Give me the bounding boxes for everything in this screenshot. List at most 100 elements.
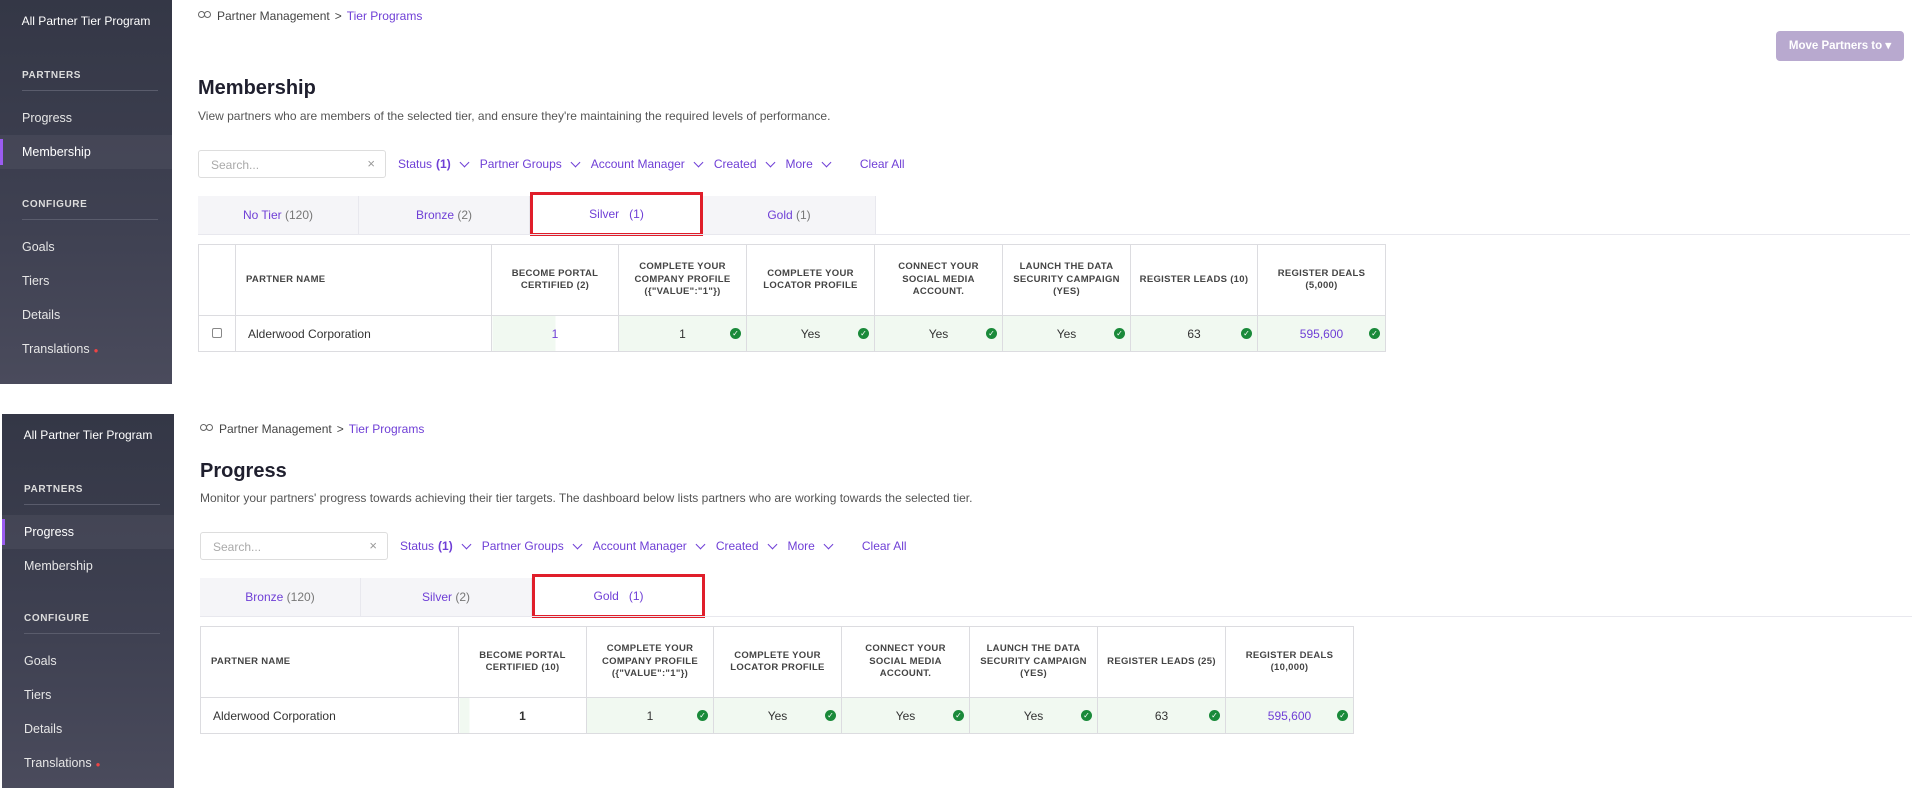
tab-silver[interactable]: Silver (1) <box>530 192 703 236</box>
column-header[interactable]: LAUNCH THE DATA SECURITY CAMPAIGN (YES) <box>1002 244 1131 316</box>
more-filter[interactable]: More <box>786 157 832 171</box>
column-header[interactable]: REGISTER DEALS (10,000) <box>1225 626 1354 698</box>
status-filter-count: (1) <box>436 157 451 171</box>
tab-no-tier[interactable]: No Tier (120) <box>198 196 359 234</box>
column-header[interactable]: COMPLETE YOUR LOCATOR PROFILE <box>746 244 875 316</box>
search-input[interactable]: Search... × <box>200 532 388 560</box>
sidebar-item-translations[interactable]: Translations ● <box>0 332 172 366</box>
account-manager-label: Account Manager <box>592 539 687 553</box>
check-circle-icon: ✓ <box>1337 710 1348 721</box>
chevron-down-icon <box>572 539 583 549</box>
created-filter[interactable]: Created <box>714 157 775 171</box>
program-title[interactable]: All Partner Tier Program <box>0 0 172 46</box>
search-input[interactable]: Search... × <box>198 150 386 178</box>
sidebar-item-details[interactable]: Details <box>0 298 172 332</box>
deals-value[interactable]: 595,600 <box>1300 327 1343 341</box>
partner-name-cell[interactable]: Alderwood Corporation <box>200 697 459 734</box>
more-filter[interactable]: More <box>788 539 834 553</box>
account-manager-filter[interactable]: Account Manager <box>591 157 704 171</box>
created-label: Created <box>715 539 759 553</box>
check-circle-icon: ✓ <box>1369 328 1380 339</box>
breadcrumb-root[interactable]: Partner Management <box>217 9 330 23</box>
breadcrumb-root[interactable]: Partner Management <box>219 422 332 436</box>
chevron-down-icon <box>765 157 775 167</box>
column-header[interactable]: PARTNER NAME <box>235 244 492 316</box>
alert-dot-icon: ● <box>93 346 99 355</box>
breadcrumb: Partner Management > Tier Programs <box>198 9 422 23</box>
created-filter[interactable]: Created <box>715 539 777 553</box>
profile-cell: 1 ✓ <box>618 315 747 352</box>
tab-label: Silver <box>421 590 452 604</box>
translations-label: Translations <box>22 342 90 356</box>
breadcrumb-current[interactable]: Tier Programs <box>349 422 425 436</box>
sidebar-item-tiers[interactable]: Tiers <box>2 678 174 712</box>
tab-count: (1) <box>628 589 644 603</box>
column-header[interactable]: BECOME PORTAL CERTIFIED (2) <box>491 244 619 316</box>
clear-search-icon[interactable]: × <box>369 538 377 553</box>
partner-name-cell[interactable]: Alderwood Corporation <box>235 315 492 352</box>
status-filter[interactable]: Status (1) <box>398 157 470 171</box>
sidebar-item-translations[interactable]: Translations ● <box>2 746 174 780</box>
status-filter[interactable]: Status (1) <box>400 539 472 553</box>
chevron-down-icon <box>461 539 472 549</box>
tab-bronze[interactable]: Bronze (2) <box>359 196 530 234</box>
column-header[interactable]: LAUNCH THE DATA SECURITY CAMPAIGN (YES) <box>969 626 1098 698</box>
sidebar-item-details[interactable]: Details <box>2 712 174 746</box>
column-header[interactable]: COMPLETE YOUR COMPANY PROFILE ({"VALUE":… <box>586 626 714 698</box>
tab-silver[interactable]: Silver (2) <box>361 578 532 616</box>
column-header[interactable]: COMPLETE YOUR COMPANY PROFILE ({"VALUE":… <box>618 244 747 316</box>
sidebar-item-membership[interactable]: Membership <box>0 135 172 169</box>
sidebar-item-progress[interactable]: Progress <box>2 515 174 549</box>
column-header[interactable]: CONNECT YOUR SOCIAL MEDIA ACCOUNT. <box>841 626 970 698</box>
translations-label: Translations <box>24 756 92 770</box>
tab-gold[interactable]: Gold (1) <box>703 196 876 234</box>
section-configure: CONFIGURE <box>24 613 90 624</box>
column-header[interactable]: CONNECT YOUR SOCIAL MEDIA ACCOUNT. <box>874 244 1003 316</box>
section-partners: PARTNERS <box>22 70 82 81</box>
deals-value[interactable]: 595,600 <box>1268 709 1311 723</box>
social-value: Yes <box>928 326 949 341</box>
tab-count: (120) <box>286 590 315 604</box>
breadcrumb-separator: > <box>334 9 342 23</box>
breadcrumb-current[interactable]: Tier Programs <box>347 9 423 23</box>
check-circle-icon: ✓ <box>986 328 997 339</box>
row-checkbox[interactable] <box>212 327 222 338</box>
chevron-down-icon <box>570 157 581 167</box>
column-header[interactable]: REGISTER LEADS (25) <box>1097 626 1226 698</box>
clear-all-link[interactable]: Clear All <box>862 539 907 553</box>
tier-tabs: No Tier (120) Bronze (2) Silver (1) Gold … <box>198 192 876 236</box>
certified-cell: 1 <box>491 315 619 352</box>
chevron-down-icon <box>693 157 704 167</box>
partner-groups-filter[interactable]: Partner Groups <box>480 157 581 171</box>
social-cell: Yes ✓ <box>841 697 970 734</box>
breadcrumb: Partner Management > Tier Programs <box>200 422 424 436</box>
sidebar-item-progress[interactable]: Progress <box>0 101 172 135</box>
sidebar-item-tiers[interactable]: Tiers <box>0 264 172 298</box>
partner-groups-label: Partner Groups <box>481 539 564 553</box>
move-partners-button[interactable]: Move Partners to ▾ <box>1776 31 1904 61</box>
column-header[interactable]: BECOME PORTAL CERTIFIED (10) <box>458 626 587 698</box>
divider <box>22 219 158 220</box>
sidebar-item-goals[interactable]: Goals <box>2 644 174 678</box>
certified-value[interactable]: 1 <box>552 327 559 341</box>
sidebar-item-membership[interactable]: Membership <box>2 549 174 583</box>
sidebar-item-goals[interactable]: Goals <box>0 230 172 264</box>
divider <box>24 504 160 505</box>
tab-label: Gold <box>767 208 793 222</box>
column-header[interactable]: COMPLETE YOUR LOCATOR PROFILE <box>713 626 842 698</box>
check-circle-icon: ✓ <box>730 328 741 339</box>
column-header[interactable]: REGISTER DEALS (5,000) <box>1257 244 1386 316</box>
clear-all-link[interactable]: Clear All <box>860 157 905 171</box>
clear-search-icon[interactable]: × <box>367 156 375 171</box>
column-header[interactable]: PARTNER NAME <box>200 626 459 698</box>
certified-cell: 1 <box>458 697 587 734</box>
check-circle-icon: ✓ <box>1241 328 1252 339</box>
account-manager-filter[interactable]: Account Manager <box>592 539 706 553</box>
tab-bronze[interactable]: Bronze (120) <box>200 578 361 616</box>
column-header[interactable]: REGISTER LEADS (10) <box>1130 244 1258 316</box>
tab-label: No Tier <box>242 208 282 222</box>
partner-groups-filter[interactable]: Partner Groups <box>481 539 583 553</box>
chevron-down-icon <box>695 539 706 549</box>
tab-gold[interactable]: Gold (1) <box>532 574 705 618</box>
program-title[interactable]: All Partner Tier Program <box>2 414 174 460</box>
